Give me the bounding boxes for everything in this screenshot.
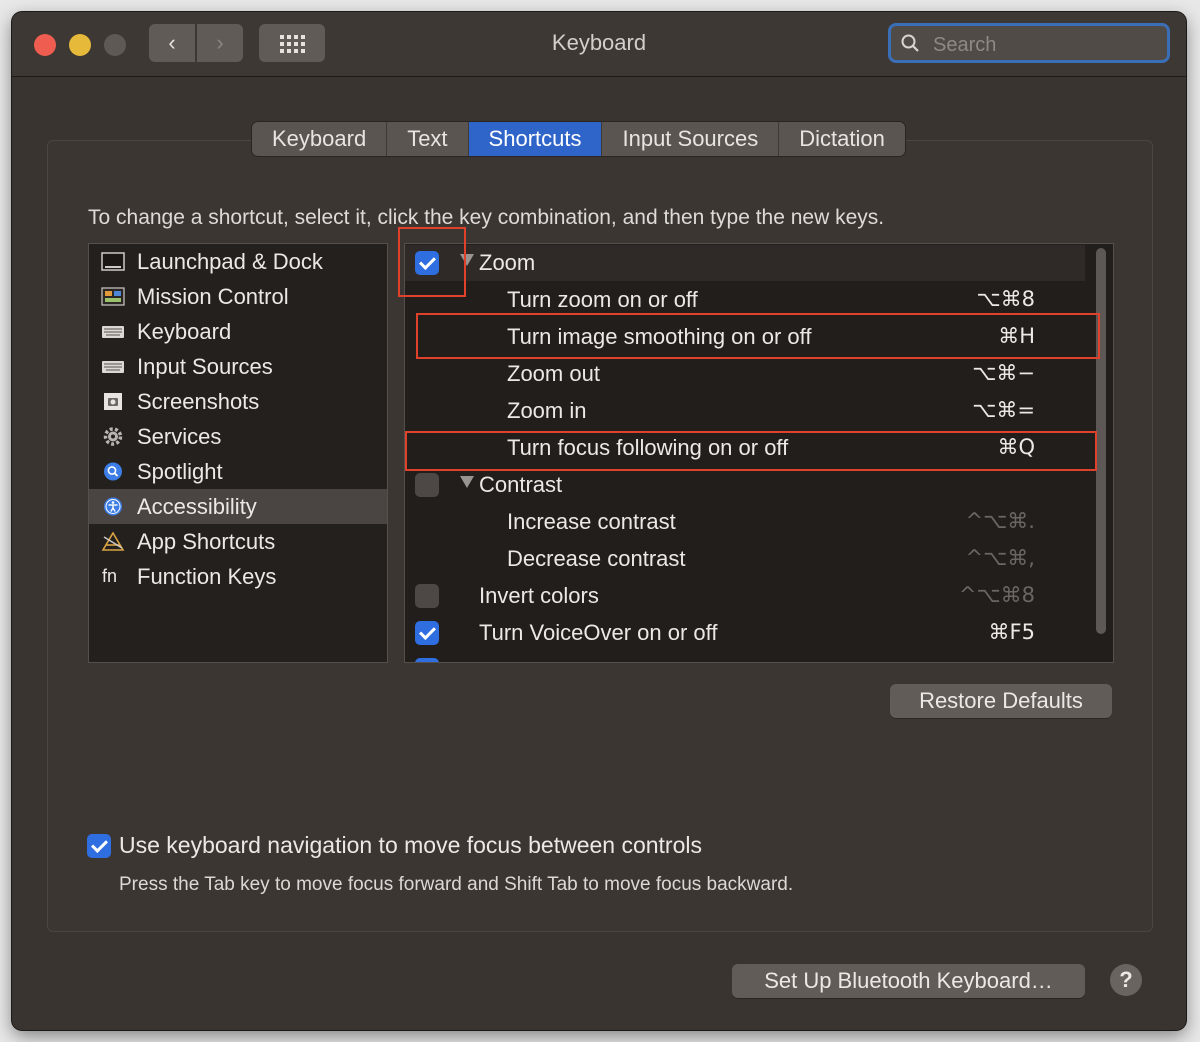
sidebar-item-keyboard[interactable]: Keyboard [89,314,387,349]
disclosure-triangle-icon[interactable] [460,254,474,266]
tab-shortcuts[interactable]: Shortcuts [468,122,603,156]
sidebar-item-spotlight[interactable]: Spotlight [89,454,387,489]
shortcut-row-partial [405,652,1085,662]
shortcut-row[interactable]: Turn zoom on or off ⌥⌘8 [405,282,1085,318]
shortcut-keys[interactable]: ⌥⌘= [972,398,1035,422]
shortcut-keys[interactable]: ⌘Q [997,435,1035,459]
shortcut-keys[interactable]: ⌘F5 [989,620,1035,644]
sidebar-item-screenshots[interactable]: Screenshots [89,384,387,419]
search-input[interactable] [931,31,1160,59]
shortcut-row[interactable]: Turn focus following on or off ⌘Q [405,430,1085,466]
search-field[interactable] [888,23,1170,63]
shortcut-row[interactable]: Zoom out ⌥⌘− [405,356,1085,392]
shortcuts-list: Zoom Turn zoom on or off ⌥⌘8 Turn image … [404,243,1114,663]
voiceover-checkbox[interactable] [415,621,439,645]
shortcut-keys[interactable]: ^⌥⌘, [966,546,1035,570]
keyboard-icon [102,326,124,338]
restore-defaults-button[interactable]: Restore Defaults [890,684,1112,718]
search-icon [901,34,919,52]
keyboard-navigation-label: Use keyboard navigation to move focus be… [119,832,702,858]
shortcuts-scrollbar[interactable] [1094,248,1108,658]
fn-icon: fn [102,566,118,586]
shortcut-row[interactable]: Turn VoiceOver on or off ⌘F5 [405,615,1085,651]
scrollbar-thumb[interactable] [1096,248,1106,634]
disclosure-triangle-icon[interactable] [460,476,474,488]
shortcut-keys[interactable]: ⌥⌘8 [976,287,1035,311]
screenshots-icon [104,393,122,410]
shortcut-categories-list: Launchpad & Dock Mission Control Keyboar… [88,243,388,663]
keyboard-navigation-checkbox[interactable] [87,834,111,858]
partial-row-checkbox[interactable] [415,658,439,662]
instructions-text: To change a shortcut, select it, click t… [88,206,885,229]
sidebar-item-launchpad-dock[interactable]: Launchpad & Dock [89,244,387,279]
tab-text[interactable]: Text [387,122,469,156]
invert-colors-checkbox[interactable] [415,584,439,608]
keyboard-preferences-window: ‹ › Keyboard Keyboard Text Shortcuts Inp… [12,12,1186,1030]
zoom-checkbox[interactable] [415,251,439,275]
shortcut-keys[interactable]: ⌘H [998,324,1035,348]
sidebar-item-accessibility[interactable]: Accessibility [89,489,387,524]
sidebar-item-app-shortcuts[interactable]: App Shortcuts [89,524,387,559]
gear-icon [103,427,123,446]
sidebar-item-mission-control[interactable]: Mission Control [89,279,387,314]
app-shortcuts-icon [101,532,125,551]
input-sources-icon [102,361,124,373]
mission-control-icon [101,287,125,306]
contrast-checkbox[interactable] [415,473,439,497]
tab-dictation[interactable]: Dictation [779,122,905,156]
shortcut-keys[interactable]: ⌥⌘− [972,361,1035,385]
title-bar: ‹ › Keyboard [12,12,1186,77]
tab-bar: Keyboard Text Shortcuts Input Sources Di… [252,122,905,156]
shortcut-keys[interactable]: ^⌥⌘8 [959,583,1035,607]
keyboard-navigation-description: Press the Tab key to move focus forward … [119,874,794,895]
shortcut-row[interactable]: Increase contrast ^⌥⌘. [405,504,1085,540]
setup-bluetooth-keyboard-button[interactable]: Set Up Bluetooth Keyboard… [732,964,1085,998]
tab-keyboard[interactable]: Keyboard [252,122,388,156]
shortcut-row-zoom[interactable]: Zoom [405,245,1085,281]
sidebar-item-function-keys[interactable]: fn Function Keys [89,559,387,594]
sidebar-item-services[interactable]: Services [89,419,387,454]
tab-input-sources[interactable]: Input Sources [602,122,780,156]
launchpad-dock-icon [101,252,125,271]
shortcut-row[interactable]: Turn image smoothing on or off ⌘H [405,319,1085,355]
shortcut-keys[interactable]: ^⌥⌘. [966,509,1035,533]
shortcut-row-contrast[interactable]: Contrast [405,467,1085,503]
shortcut-row[interactable]: Invert colors ^⌥⌘8 [405,578,1085,614]
shortcut-row[interactable]: Zoom in ⌥⌘= [405,393,1085,429]
spotlight-icon [104,462,122,481]
sidebar-item-input-sources[interactable]: Input Sources [89,349,387,384]
shortcut-row[interactable]: Decrease contrast ^⌥⌘, [405,541,1085,577]
accessibility-icon [104,497,122,516]
help-button[interactable]: ? [1110,964,1142,996]
